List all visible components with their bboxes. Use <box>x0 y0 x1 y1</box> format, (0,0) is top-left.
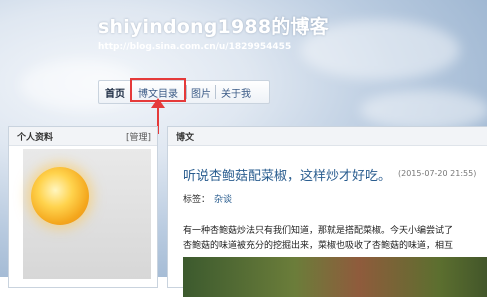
post-photo <box>183 257 487 297</box>
manage-link[interactable]: [管理] <box>126 130 151 143</box>
post-body-line: 有一种杏鲍菇炒法只有我们知道，那就是搭配菜椒。今天小编尝试了 <box>183 226 454 236</box>
profile-panel: 个人资料 [管理] <box>8 126 158 288</box>
blog-title[interactable]: shiyindong1988的博客 <box>98 12 329 39</box>
blog-url[interactable]: http://blog.sina.com.cn/u/1829954455 <box>98 42 291 52</box>
post-body-line: 杏鲍菇的味道被充分的挖掘出来，菜椒也吸收了杏鲍菇的味道，相互 <box>183 241 454 251</box>
nav-separator <box>215 85 216 99</box>
sun-avatar-image <box>31 167 89 225</box>
profile-panel-header: 个人资料 [管理] <box>9 127 157 146</box>
tags-label: 标签： <box>183 195 211 205</box>
post-timestamp: (2015-07-20 21:55) <box>398 169 477 178</box>
nav-separator <box>186 85 187 99</box>
nav-home[interactable]: 首页 <box>105 85 125 100</box>
posts-panel-header: 博文 <box>168 127 487 146</box>
posts-panel-title: 博文 <box>176 133 195 143</box>
posts-panel: 博文 听说杏鲍菇配菜椒，这样炒才好吃。 (2015-07-20 21:55) 标… <box>167 126 487 297</box>
cloud-decoration <box>360 90 487 130</box>
profile-panel-title: 个人资料 <box>17 133 54 143</box>
post-title[interactable]: 听说杏鲍菇配菜椒，这样炒才好吃。 <box>183 165 391 184</box>
nav-about-me[interactable]: 关于我 <box>221 85 251 100</box>
tag-link[interactable]: 杂谈 <box>214 192 232 205</box>
avatar[interactable] <box>23 149 151 279</box>
nav-pictures[interactable]: 图片 <box>191 85 211 100</box>
